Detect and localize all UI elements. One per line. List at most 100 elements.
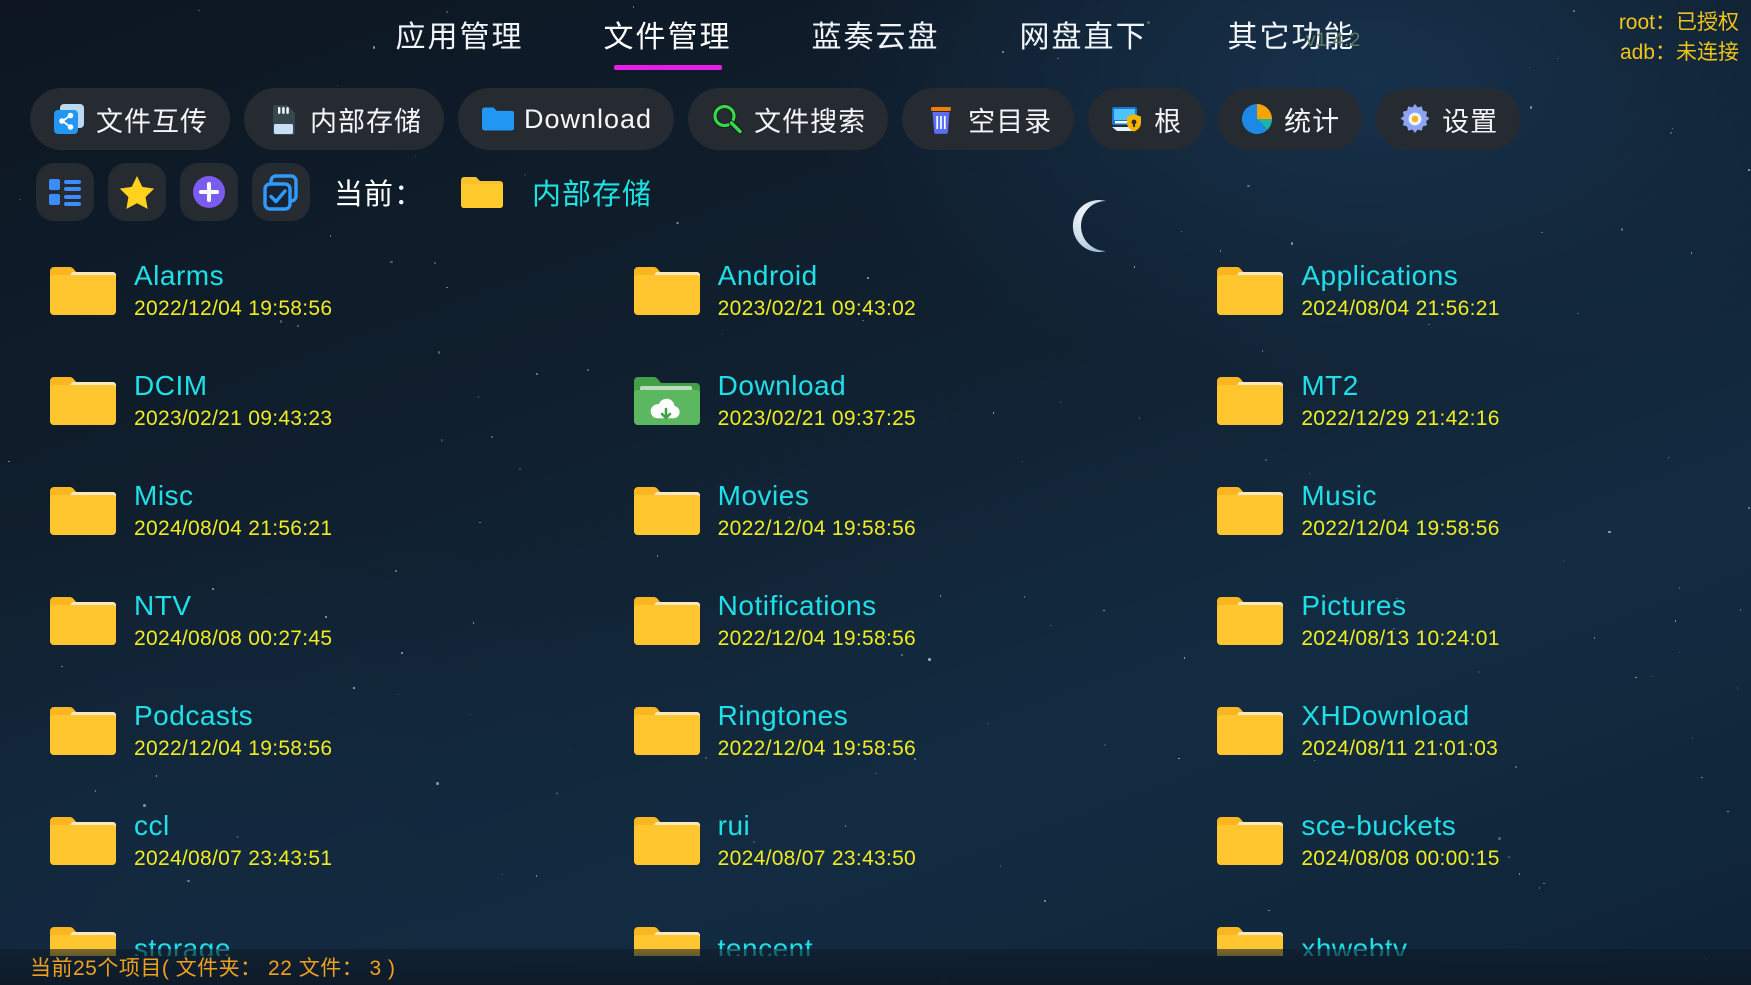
folder-yellow-icon bbox=[632, 263, 700, 319]
toolbar-button-5[interactable]: 根 bbox=[1088, 88, 1205, 150]
tab-label: 蓝奏云盘 bbox=[811, 21, 940, 54]
file-date: 2024/08/04 21:56:21 bbox=[1301, 297, 1500, 320]
toolbar-button-label: 文件互传 bbox=[96, 106, 208, 137]
toolbar-button-label: 设置 bbox=[1442, 106, 1499, 137]
status-root-value: 已授权 bbox=[1676, 11, 1739, 34]
status-row-adb: adb：未连接 bbox=[1619, 38, 1739, 68]
folder-yellow-icon bbox=[1217, 486, 1284, 535]
tab-0[interactable]: 应用管理 bbox=[356, 6, 564, 70]
file-date: 2022/12/29 21:42:16 bbox=[1301, 407, 1500, 430]
folder-yellow-icon bbox=[461, 177, 504, 208]
file-item[interactable]: Download 2023/02/21 09:37:25 bbox=[584, 346, 1168, 456]
tab-list: 应用管理 文件管理 蓝奏云盘 网盘直下 其它功能 bbox=[356, 6, 1396, 70]
file-meta: Android 2023/02/21 09:43:02 bbox=[718, 260, 916, 322]
file-item[interactable]: ccl 2024/08/07 23:43:51 bbox=[0, 786, 584, 896]
folder-yellow-icon bbox=[633, 486, 700, 535]
file-item[interactable]: NTV 2024/08/08 00:27:45 bbox=[0, 566, 584, 676]
tab-3[interactable]: 网盘直下 bbox=[980, 6, 1188, 70]
file-item[interactable]: Movies 2022/12/04 19:58:56 bbox=[584, 456, 1168, 566]
folder-yellow-icon bbox=[632, 483, 700, 539]
file-item[interactable]: sce-buckets 2024/08/08 00:00:15 bbox=[1167, 786, 1751, 896]
list-view-button[interactable] bbox=[36, 163, 94, 221]
folder-yellow-icon bbox=[50, 706, 116, 755]
file-item[interactable]: rui 2024/08/07 23:43:50 bbox=[584, 786, 1168, 896]
root-shield-icon bbox=[1110, 102, 1144, 136]
file-date: 2024/08/11 21:01:03 bbox=[1301, 737, 1499, 760]
tab-label: 应用管理 bbox=[395, 21, 524, 54]
file-item[interactable]: Alarms 2022/12/04 19:58:56 bbox=[0, 236, 584, 346]
file-date: 2023/02/21 09:43:02 bbox=[717, 297, 917, 320]
top-tab-bar: 应用管理 文件管理 蓝奏云盘 网盘直下 其它功能 bbox=[0, 0, 1751, 76]
toolbar-button-label: 根 bbox=[1154, 106, 1183, 137]
file-name: DCIM bbox=[134, 370, 208, 401]
file-item[interactable]: XHDownload 2024/08/11 21:01:03 bbox=[1167, 676, 1751, 786]
toolbar-button-1[interactable]: 内部存储 bbox=[244, 88, 444, 150]
file-date: 2024/08/13 10:24:01 bbox=[1301, 627, 1500, 650]
file-name: Music bbox=[1301, 480, 1377, 511]
file-date: 2022/12/04 19:58:56 bbox=[1301, 517, 1500, 540]
file-name: Download bbox=[717, 370, 847, 401]
file-item[interactable]: MT2 2022/12/29 21:42:16 bbox=[1167, 346, 1751, 456]
file-item[interactable]: storage bbox=[0, 896, 584, 956]
tab-1[interactable]: 文件管理 bbox=[564, 6, 772, 70]
file-item[interactable]: Pictures 2024/08/13 10:24:01 bbox=[1167, 566, 1751, 676]
toolbar-button-label: Download bbox=[524, 103, 653, 134]
folder-yellow-icon bbox=[632, 703, 700, 759]
gear-icon bbox=[1398, 102, 1432, 136]
add-button[interactable] bbox=[180, 163, 238, 221]
file-date: 2022/12/04 19:58:56 bbox=[134, 297, 333, 320]
toolbar-button-6[interactable]: 统计 bbox=[1218, 88, 1363, 150]
file-item[interactable]: DCIM 2023/02/21 09:43:23 bbox=[0, 346, 584, 456]
file-item[interactable]: Music 2022/12/04 19:58:56 bbox=[1167, 456, 1751, 566]
toolbar-button-label: 内部存储 bbox=[310, 106, 422, 137]
app-version-label: v1.4.2 bbox=[1306, 30, 1361, 51]
folder-yellow-icon bbox=[1217, 706, 1284, 755]
folder-yellow-icon bbox=[633, 266, 700, 315]
toolbar-button-7[interactable]: 设置 bbox=[1376, 88, 1521, 150]
folder-yellow-icon bbox=[633, 706, 700, 755]
select-all-button[interactable] bbox=[252, 163, 310, 221]
file-name: Podcasts bbox=[134, 700, 254, 731]
folder-yellow-icon bbox=[48, 483, 116, 539]
file-meta: DCIM 2023/02/21 09:43:23 bbox=[134, 370, 332, 432]
file-meta: Misc 2024/08/04 21:56:21 bbox=[134, 480, 332, 542]
folder-yellow-icon bbox=[48, 813, 116, 869]
folder-yellow-icon bbox=[48, 593, 116, 649]
folder-yellow-icon bbox=[1215, 483, 1284, 539]
tab-4[interactable]: 其它功能 bbox=[1188, 6, 1396, 70]
folder-yellow-icon bbox=[1217, 596, 1284, 645]
file-item[interactable]: Notifications 2022/12/04 19:58:56 bbox=[584, 566, 1168, 676]
toolbar-button-label: 文件搜索 bbox=[754, 106, 867, 137]
file-name: Applications bbox=[1301, 260, 1459, 291]
file-meta: Notifications 2022/12/04 19:58:56 bbox=[718, 590, 916, 652]
toolbar-button-2[interactable]: Download bbox=[458, 88, 675, 150]
toolbar-button-label: 统计 bbox=[1284, 106, 1341, 137]
tab-2[interactable]: 蓝奏云盘 bbox=[772, 6, 980, 70]
toolbar-button-0[interactable]: 文件互传 bbox=[30, 88, 230, 150]
folder-yellow-icon bbox=[633, 596, 700, 645]
file-item[interactable]: Podcasts 2022/12/04 19:58:56 bbox=[0, 676, 584, 786]
toolbar-button-3[interactable]: 文件搜索 bbox=[688, 88, 889, 150]
toolbar-button-4[interactable]: 空目录 bbox=[902, 88, 1075, 150]
search-icon bbox=[710, 102, 744, 136]
item-count-label: 当前25个项目( 文件夹： 22 文件： 3 ) bbox=[30, 957, 396, 980]
file-item[interactable]: Misc 2024/08/04 21:56:21 bbox=[0, 456, 584, 566]
favorites-button[interactable] bbox=[108, 163, 166, 221]
current-path-value[interactable]: 内部存储 bbox=[532, 171, 652, 213]
status-adb-key: adb： bbox=[1619, 41, 1676, 64]
file-meta: Movies 2022/12/04 19:58:56 bbox=[718, 480, 916, 542]
folder-yellow-icon bbox=[1215, 263, 1284, 319]
file-item[interactable]: tencent bbox=[584, 896, 1168, 956]
file-date: 2023/02/21 09:37:25 bbox=[717, 407, 917, 430]
device-status-panel: root：已授权 adb：未连接 bbox=[1619, 8, 1739, 68]
file-grid: Alarms 2022/12/04 19:58:56 Android 2023/02… bbox=[0, 236, 1751, 956]
file-item[interactable]: Applications 2024/08/04 21:56:21 bbox=[1167, 236, 1751, 346]
folder-yellow-icon bbox=[633, 816, 700, 865]
status-adb-value: 未连接 bbox=[1676, 41, 1739, 64]
file-item[interactable]: Ringtones 2022/12/04 19:58:56 bbox=[584, 676, 1168, 786]
folder-yellow-icon bbox=[50, 816, 116, 865]
folder-yellow-icon bbox=[48, 263, 116, 319]
file-item[interactable]: xhwebtv bbox=[1167, 896, 1751, 956]
file-meta: MT2 2022/12/29 21:42:16 bbox=[1301, 370, 1499, 432]
file-item[interactable]: Android 2023/02/21 09:43:02 bbox=[584, 236, 1168, 346]
